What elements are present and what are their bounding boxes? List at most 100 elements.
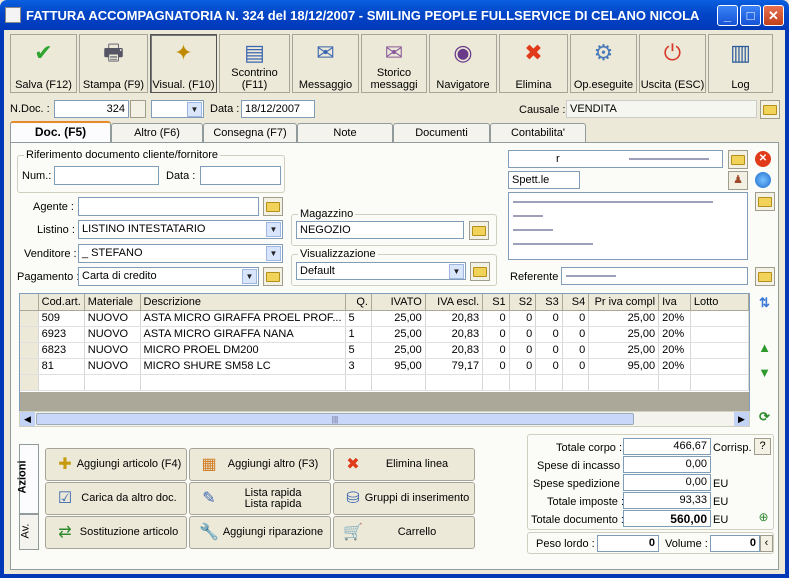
column-header[interactable]: S2	[509, 294, 537, 311]
agente-folder-button[interactable]	[263, 197, 283, 216]
num-input[interactable]	[54, 166, 159, 185]
column-header[interactable]: Materiale	[84, 294, 141, 311]
table-cell[interactable]	[84, 374, 141, 391]
articles-grid[interactable]: Cod.art. Materiale Descrizione Q. IVATO IVA e…	[19, 293, 750, 413]
table-cell[interactable]	[425, 374, 484, 391]
table-cell[interactable]	[140, 374, 346, 391]
help-button[interactable]: ?	[754, 438, 771, 455]
move-down-icon[interactable]: ▼	[756, 364, 773, 381]
table-cell[interactable]: 0	[535, 326, 563, 343]
table-cell[interactable]	[38, 374, 85, 391]
column-header[interactable]: S1	[482, 294, 510, 311]
row-selector[interactable]	[20, 342, 39, 359]
collapse-totals-button[interactable]: ‹	[760, 535, 773, 552]
action-add-other-button[interactable]: ▦ Aggiungi altro (F3)	[189, 448, 331, 481]
table-cell[interactable]: 20%	[658, 358, 691, 375]
cliente-address-box[interactable]	[508, 192, 748, 260]
tab-note[interactable]: Note	[297, 123, 393, 142]
ndoc-series-select[interactable]: ▼	[151, 100, 204, 118]
row-selector[interactable]	[20, 310, 39, 327]
tab-avanzate[interactable]: Av.	[19, 514, 39, 550]
table-cell[interactable]	[690, 326, 749, 343]
table-cell[interactable]	[690, 310, 749, 327]
toolbar-button-navigator[interactable]: ◉ Navigatore	[429, 34, 497, 93]
table-cell[interactable]: 20,83	[425, 326, 484, 343]
table-cell[interactable]	[562, 374, 590, 391]
toolbar-button-message-history[interactable]: ✉ Storico messaggi	[361, 34, 427, 93]
zoom-totals-icon[interactable]: ⊕	[755, 510, 772, 527]
table-cell[interactable]: 1	[345, 326, 372, 343]
table-row[interactable]: 6823 NUOVO MICRO PROEL DM200 5 25,00 20,83 0 0 0…	[20, 342, 749, 359]
pagamento-select[interactable]: Carta di credito ▼	[78, 267, 259, 286]
table-cell[interactable]: MICRO SHURE SM58 LC	[140, 358, 346, 375]
table-cell[interactable]: ASTA MICRO GIRAFFA PROEL PROF...	[140, 310, 346, 327]
toolbar-button-delete[interactable]: ✖ Elimina	[499, 34, 568, 93]
table-cell[interactable]	[588, 374, 660, 391]
table-cell[interactable]: ASTA MICRO GIRAFFA NANA	[140, 326, 346, 343]
column-header[interactable]: IVATO	[371, 294, 426, 311]
visualizzazione-select[interactable]: Default ▼	[296, 262, 466, 280]
table-cell[interactable]: NUOVO	[84, 342, 141, 359]
causale-input[interactable]: VENDITA	[566, 100, 757, 118]
table-cell[interactable]: 20,83	[425, 310, 484, 327]
table-cell[interactable]: 25,00	[588, 326, 660, 343]
table-cell[interactable]	[690, 358, 749, 375]
tab-documenti[interactable]: Documenti	[393, 123, 490, 142]
table-cell[interactable]: 5	[345, 310, 372, 327]
action-quick-list-button[interactable]: ✎ Lista rapida Lista rapida	[189, 482, 331, 515]
cliente-name-input[interactable]: r	[508, 150, 723, 168]
table-cell[interactable]: 25,00	[371, 342, 426, 359]
table-cell[interactable]: 0	[535, 358, 563, 375]
causale-folder-button[interactable]	[760, 100, 780, 119]
row-selector[interactable]	[20, 326, 39, 343]
table-cell[interactable]: 0	[562, 326, 590, 343]
table-cell[interactable]: MICRO PROEL DM200	[140, 342, 346, 359]
visualizzazione-folder-button[interactable]	[470, 262, 490, 281]
tab-doc[interactable]: Doc. (F5)	[10, 121, 111, 143]
action-wrench-button[interactable]: 🔧 Aggiungi riparazione	[189, 516, 331, 549]
clear-cliente-icon[interactable]: ✕	[755, 151, 771, 167]
column-header[interactable]: S4	[562, 294, 590, 311]
column-header[interactable]: Q.	[345, 294, 372, 311]
toolbar-button-magic-wand[interactable]: ✦ Visual. (F10)	[150, 34, 217, 93]
table-cell[interactable]	[20, 374, 39, 391]
table-cell[interactable]: 20,83	[425, 342, 484, 359]
table-cell[interactable]: NUOVO	[84, 310, 141, 327]
globe-icon[interactable]	[755, 172, 771, 188]
tab-azioni[interactable]: Azioni	[17, 444, 39, 514]
table-cell[interactable]: 0	[562, 310, 590, 327]
column-header[interactable]: Lotto	[690, 294, 749, 311]
table-cell[interactable]: 95,00	[588, 358, 660, 375]
toolbar-button-gears[interactable]: ⚙ Op.eseguite	[570, 34, 637, 93]
table-cell[interactable]: 0	[509, 326, 537, 343]
ndoc-button[interactable]	[130, 100, 146, 118]
table-row[interactable]: 6923 NUOVO ASTA MICRO GIRAFFA NANA 1 25,00 20…	[20, 326, 749, 343]
table-cell[interactable]: 0	[482, 342, 510, 359]
table-cell[interactable]: 509	[38, 310, 85, 327]
scroll-left-icon[interactable]: ◀	[20, 412, 35, 426]
table-cell[interactable]	[690, 374, 749, 391]
table-cell[interactable]: 20%	[658, 310, 691, 327]
action-delete-line-button[interactable]: ✖ Elimina linea	[333, 448, 475, 481]
table-cell[interactable]: 6823	[38, 342, 85, 359]
toolbar-button-printer[interactable]: 🖶 Stampa (F9)	[79, 34, 148, 93]
spese-spedizione-input[interactable]: 0,00	[623, 474, 711, 491]
table-cell[interactable]: 20%	[658, 326, 691, 343]
referente-folder-button[interactable]	[755, 267, 775, 286]
table-cell[interactable]	[690, 342, 749, 359]
action-add-article-button[interactable]: ✚ Aggiungi articolo (F4)	[45, 448, 187, 481]
pagamento-folder-button[interactable]	[263, 267, 283, 286]
table-row-empty[interactable]	[20, 374, 749, 391]
minimize-button[interactable]: _	[717, 5, 738, 26]
magazzino-folder-button[interactable]	[469, 221, 489, 240]
horizontal-scrollbar[interactable]: ◀ ||| ▶	[19, 411, 750, 427]
table-cell[interactable]: 0	[482, 358, 510, 375]
ndoc-input[interactable]: 324	[54, 100, 129, 118]
column-header[interactable]: Descrizione	[140, 294, 346, 311]
data-input[interactable]: 18/12/2007	[241, 100, 315, 118]
table-cell[interactable]	[482, 374, 510, 391]
action-replace-article-button[interactable]: ⇄ Sostituzione articolo	[45, 516, 187, 549]
toolbar-button-check[interactable]: ✔ Salva (F12)	[10, 34, 77, 93]
move-up-top-icon[interactable]: ⇅	[756, 294, 773, 311]
row-selector[interactable]	[20, 358, 39, 375]
